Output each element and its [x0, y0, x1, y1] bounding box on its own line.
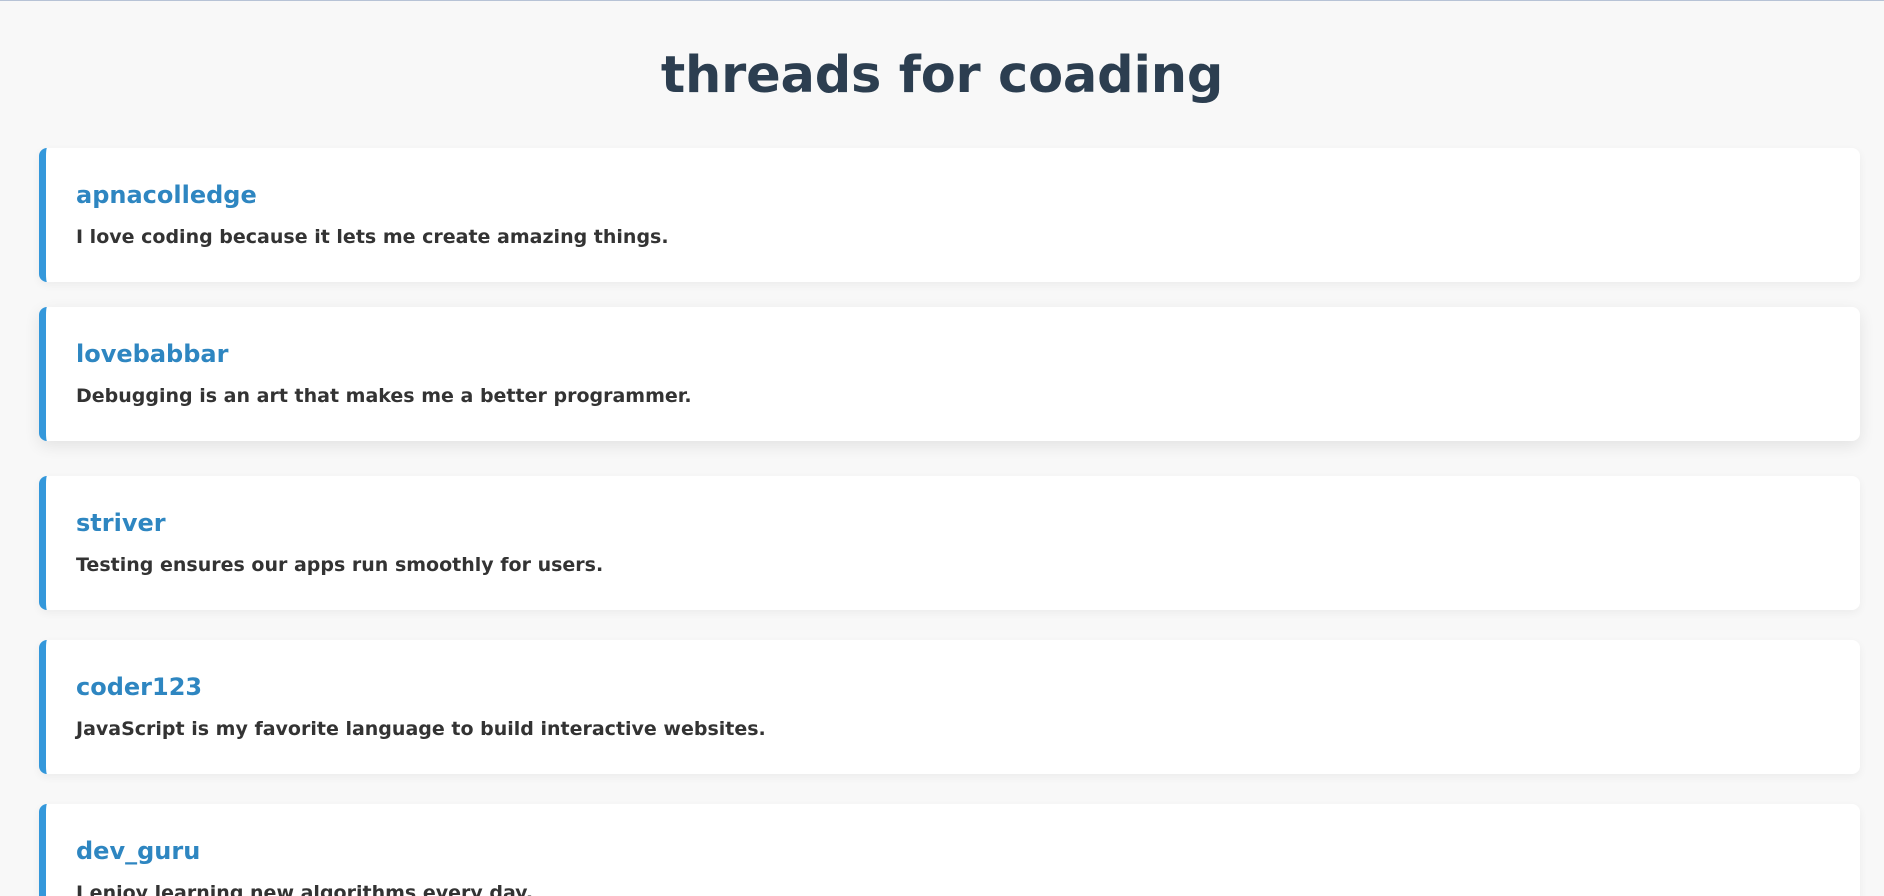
thread-username: coder123 — [76, 673, 203, 701]
thread-card-striver: striver Testing ensures our apps run smo… — [39, 476, 1860, 610]
thread-username: striver — [76, 509, 166, 537]
thread-message: I enjoy learning new algorithms every da… — [76, 882, 534, 896]
thread-message: Testing ensures our apps run smoothly fo… — [76, 554, 604, 576]
thread-username: apnacolledge — [76, 181, 257, 209]
top-divider — [0, 0, 1884, 1]
thread-card-apnacolledge: apnacolledge I love coding because it le… — [39, 148, 1860, 282]
threads-page: threads for coading apnacolledge I love … — [0, 0, 1884, 896]
thread-card-coder123: coder123 JavaScript is my favorite langu… — [39, 640, 1860, 774]
thread-message: I love coding because it lets me create … — [76, 226, 669, 248]
thread-message: Debugging is an art that makes me a bett… — [76, 385, 692, 407]
thread-username: dev_guru — [76, 837, 201, 865]
thread-card-dev_guru: dev_guru I enjoy learning new algorithms… — [39, 804, 1860, 896]
thread-message: JavaScript is my favorite language to bu… — [76, 718, 766, 740]
thread-username: lovebabbar — [76, 340, 229, 368]
thread-card-lovebabbar: lovebabbar Debugging is an art that make… — [39, 307, 1860, 441]
page-title: threads for coading — [660, 46, 1224, 105]
